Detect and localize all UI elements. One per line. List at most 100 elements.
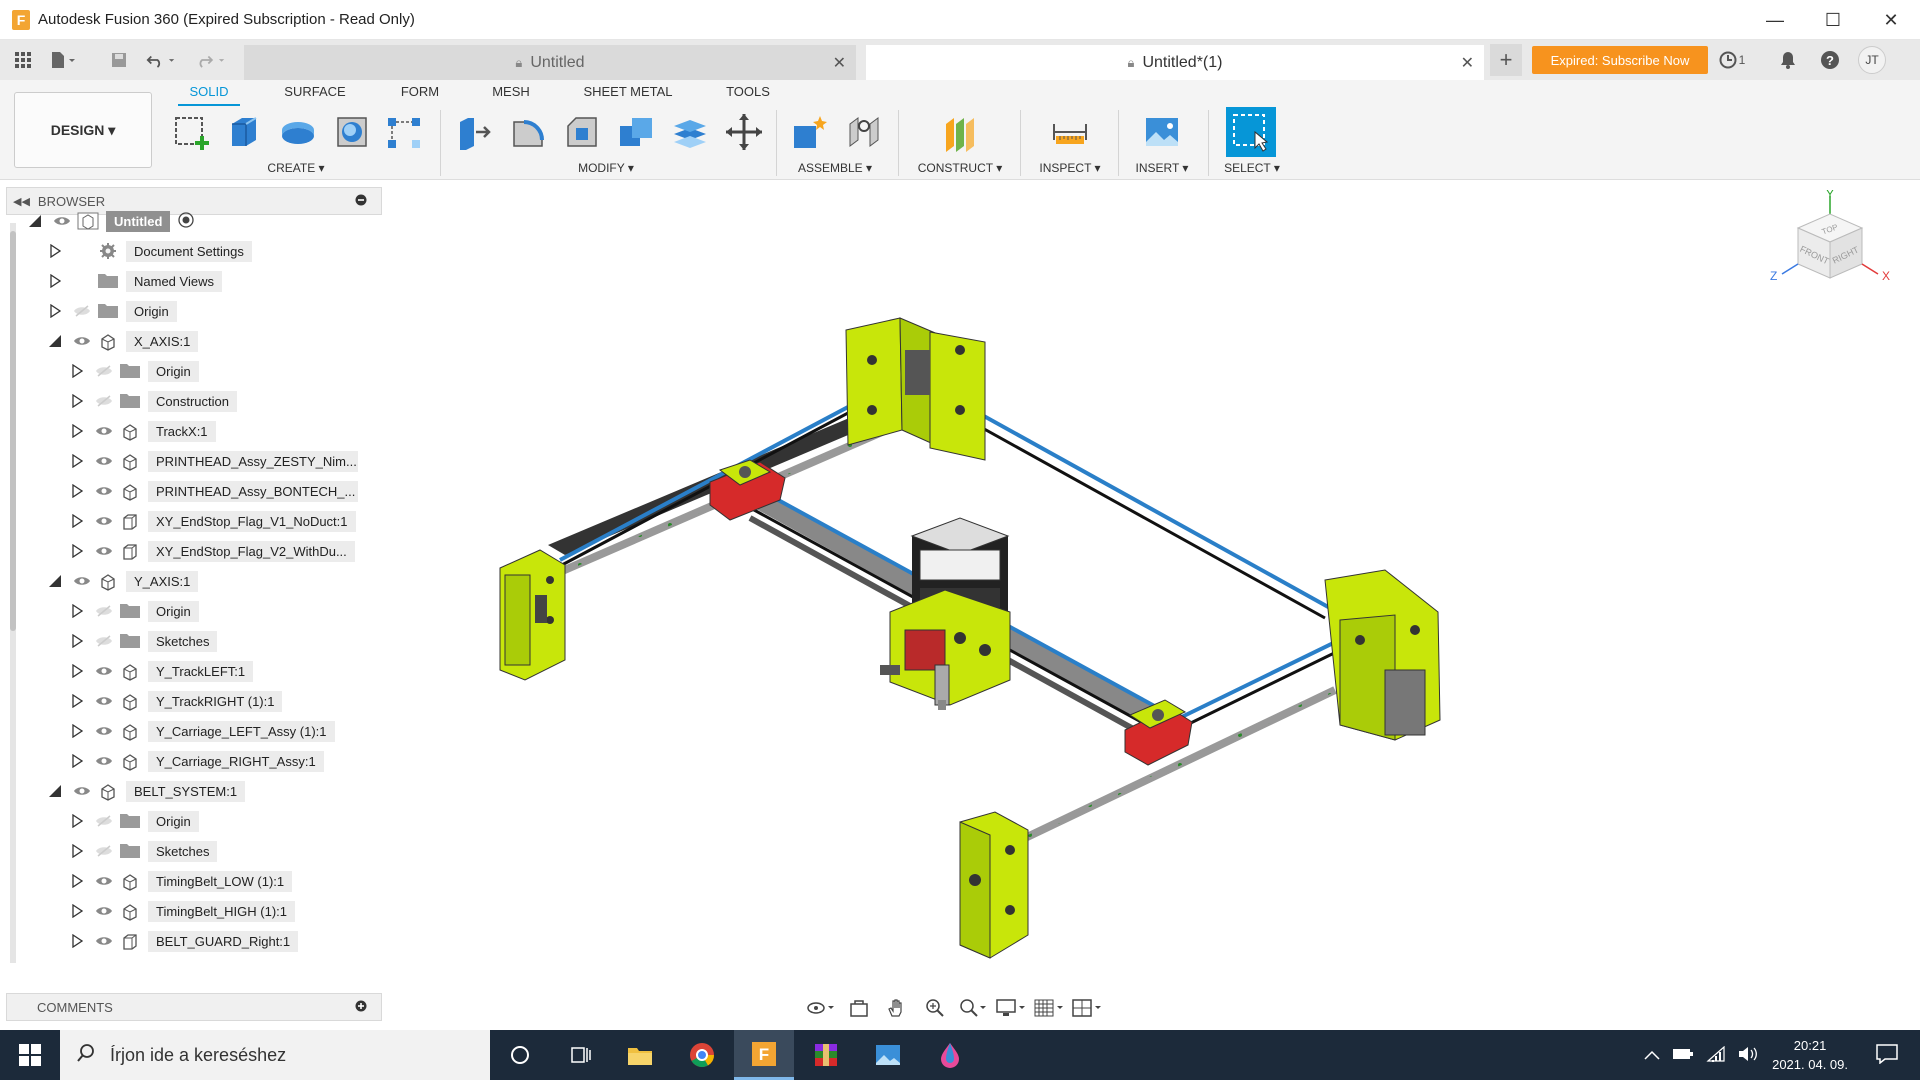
visibility-eye-icon[interactable] bbox=[72, 334, 92, 348]
start-windows-icon[interactable] bbox=[0, 1030, 60, 1080]
visibility-eye-icon[interactable] bbox=[94, 904, 114, 918]
orbit-icon[interactable] bbox=[806, 997, 836, 1019]
expand-triangle-icon[interactable] bbox=[70, 484, 84, 498]
tree-row[interactable]: Y_TrackLEFT:1 bbox=[70, 659, 254, 683]
expanded-triangle-icon[interactable] bbox=[48, 334, 62, 348]
expand-triangle-icon[interactable] bbox=[70, 454, 84, 468]
visibility-eye-icon[interactable] bbox=[72, 784, 92, 798]
hidden-eye-icon[interactable] bbox=[94, 604, 114, 618]
inspect-menu[interactable]: INSPECT ▾ bbox=[1030, 161, 1110, 175]
photos-icon[interactable] bbox=[858, 1030, 918, 1080]
look-at-icon[interactable] bbox=[844, 997, 874, 1019]
canvas-viewport[interactable] bbox=[382, 181, 1920, 1031]
expanded-triangle-icon[interactable] bbox=[28, 214, 42, 228]
redo-icon[interactable] bbox=[196, 45, 226, 75]
workspace-switcher-button[interactable]: DESIGN ▾ bbox=[14, 92, 152, 168]
expand-triangle-icon[interactable] bbox=[70, 694, 84, 708]
hidden-eye-icon[interactable] bbox=[94, 634, 114, 648]
insert-image-icon[interactable] bbox=[1140, 110, 1184, 154]
visibility-eye-icon[interactable] bbox=[94, 544, 114, 558]
press-pull-icon[interactable] bbox=[452, 110, 496, 154]
offset-plane-icon[interactable] bbox=[938, 110, 982, 154]
zoom-window-icon[interactable] bbox=[958, 997, 988, 1019]
file-menu-icon[interactable] bbox=[48, 45, 78, 75]
viewcube[interactable]: Y TOP FRONT RIGHT X Z bbox=[1770, 187, 1890, 310]
user-avatar[interactable]: JT bbox=[1858, 46, 1886, 74]
visibility-eye-icon[interactable] bbox=[94, 424, 114, 438]
tree-row[interactable]: XY_EndStop_Flag_V1_NoDuct:1 bbox=[70, 509, 356, 533]
tab-untitled-1[interactable]: 🔒︎ Untitled*(1) ✕ bbox=[866, 45, 1484, 80]
tab-mesh[interactable]: MESH bbox=[488, 84, 534, 106]
tab-solid[interactable]: SOLID bbox=[178, 84, 240, 106]
create-sketch-icon[interactable] bbox=[170, 110, 214, 154]
tree-row[interactable]: Y_Carriage_LEFT_Assy (1):1 bbox=[70, 719, 335, 743]
tab-tools[interactable]: TOOLS bbox=[718, 84, 778, 106]
visibility-eye-icon[interactable] bbox=[94, 874, 114, 888]
select-menu[interactable]: SELECT ▾ bbox=[1212, 161, 1292, 175]
tree-row[interactable]: Construction bbox=[70, 389, 237, 413]
expand-triangle-icon[interactable] bbox=[48, 304, 62, 318]
tree-row[interactable]: Sketches bbox=[70, 629, 218, 653]
visibility-eye-icon[interactable] bbox=[94, 724, 114, 738]
tree-row[interactable]: Origin bbox=[70, 809, 199, 833]
expand-triangle-icon[interactable] bbox=[70, 904, 84, 918]
hidden-eye-icon[interactable] bbox=[72, 304, 92, 318]
minimize-button[interactable]: — bbox=[1746, 0, 1804, 40]
clock[interactable]: 20:21 2021. 04. 09. bbox=[1772, 1036, 1848, 1074]
save-icon[interactable] bbox=[104, 45, 134, 75]
task-view-icon[interactable] bbox=[550, 1030, 610, 1080]
wifi-icon[interactable] bbox=[1706, 1045, 1726, 1065]
expand-triangle-icon[interactable] bbox=[70, 514, 84, 528]
display-settings-icon[interactable] bbox=[996, 997, 1026, 1019]
tree-row[interactable]: Sketches bbox=[70, 839, 218, 863]
shell-icon[interactable] bbox=[330, 110, 374, 154]
joint-icon[interactable] bbox=[842, 110, 886, 154]
activate-radio-icon[interactable] bbox=[178, 211, 195, 231]
tree-row[interactable]: TimingBelt_HIGH (1):1 bbox=[70, 899, 295, 923]
construct-menu[interactable]: CONSTRUCT ▾ bbox=[910, 161, 1010, 175]
visibility-eye-icon[interactable] bbox=[72, 574, 92, 588]
cortana-icon[interactable] bbox=[490, 1030, 550, 1080]
collapse-panel-icon[interactable]: ◀◀ bbox=[13, 195, 30, 208]
move-copy-icon[interactable] bbox=[722, 110, 766, 154]
pan-hand-icon[interactable] bbox=[882, 997, 912, 1019]
expand-triangle-icon[interactable] bbox=[70, 724, 84, 738]
tree-row[interactable]: Named Views bbox=[48, 269, 222, 293]
tree-row[interactable]: Document Settings bbox=[48, 239, 252, 263]
visibility-eye-icon[interactable] bbox=[94, 484, 114, 498]
tree-row[interactable]: Y_TrackRIGHT (1):1 bbox=[70, 689, 283, 713]
expanded-triangle-icon[interactable] bbox=[48, 574, 62, 588]
visibility-eye-icon[interactable] bbox=[94, 934, 114, 948]
expand-triangle-icon[interactable] bbox=[70, 664, 84, 678]
combine-icon[interactable] bbox=[614, 110, 658, 154]
create-menu[interactable]: CREATE ▾ bbox=[256, 161, 336, 175]
hidden-eye-icon[interactable] bbox=[94, 814, 114, 828]
help-icon[interactable]: ? bbox=[1816, 46, 1844, 74]
winrar-icon[interactable] bbox=[796, 1030, 856, 1080]
expand-triangle-icon[interactable] bbox=[70, 394, 84, 408]
expand-triangle-icon[interactable] bbox=[70, 814, 84, 828]
expand-triangle-icon[interactable] bbox=[70, 874, 84, 888]
tree-row[interactable]: X_AXIS:1 bbox=[48, 329, 199, 353]
add-comment-icon[interactable] bbox=[355, 1000, 367, 1015]
expand-triangle-icon[interactable] bbox=[70, 844, 84, 858]
tab-untitled[interactable]: 🔒︎ Untitled ✕ bbox=[244, 45, 856, 80]
expand-triangle-icon[interactable] bbox=[70, 544, 84, 558]
expanded-triangle-icon[interactable] bbox=[48, 784, 62, 798]
notifications-bell-icon[interactable] bbox=[1774, 46, 1802, 74]
close-button[interactable]: ✕ bbox=[1862, 0, 1920, 40]
expand-triangle-icon[interactable] bbox=[70, 754, 84, 768]
tree-row[interactable]: PRINTHEAD_Assy_BONTECH_... bbox=[70, 479, 358, 503]
battery-icon[interactable] bbox=[1672, 1047, 1694, 1064]
extrude-icon[interactable] bbox=[222, 110, 266, 154]
browser-options-icon[interactable] bbox=[355, 194, 367, 209]
data-panel-grid-icon[interactable] bbox=[8, 45, 38, 75]
fusion360-taskbar-icon[interactable]: F bbox=[734, 1030, 794, 1080]
tree-row[interactable]: TimingBelt_LOW (1):1 bbox=[70, 869, 293, 893]
file-explorer-icon[interactable] bbox=[610, 1030, 670, 1080]
tree-row[interactable]: Y_Carriage_RIGHT_Assy:1 bbox=[70, 749, 324, 773]
tree-row[interactable]: Origin bbox=[70, 359, 199, 383]
expand-triangle-icon[interactable] bbox=[70, 634, 84, 648]
chamfer-icon[interactable] bbox=[560, 110, 604, 154]
tab-close-icon[interactable]: ✕ bbox=[1461, 53, 1474, 73]
